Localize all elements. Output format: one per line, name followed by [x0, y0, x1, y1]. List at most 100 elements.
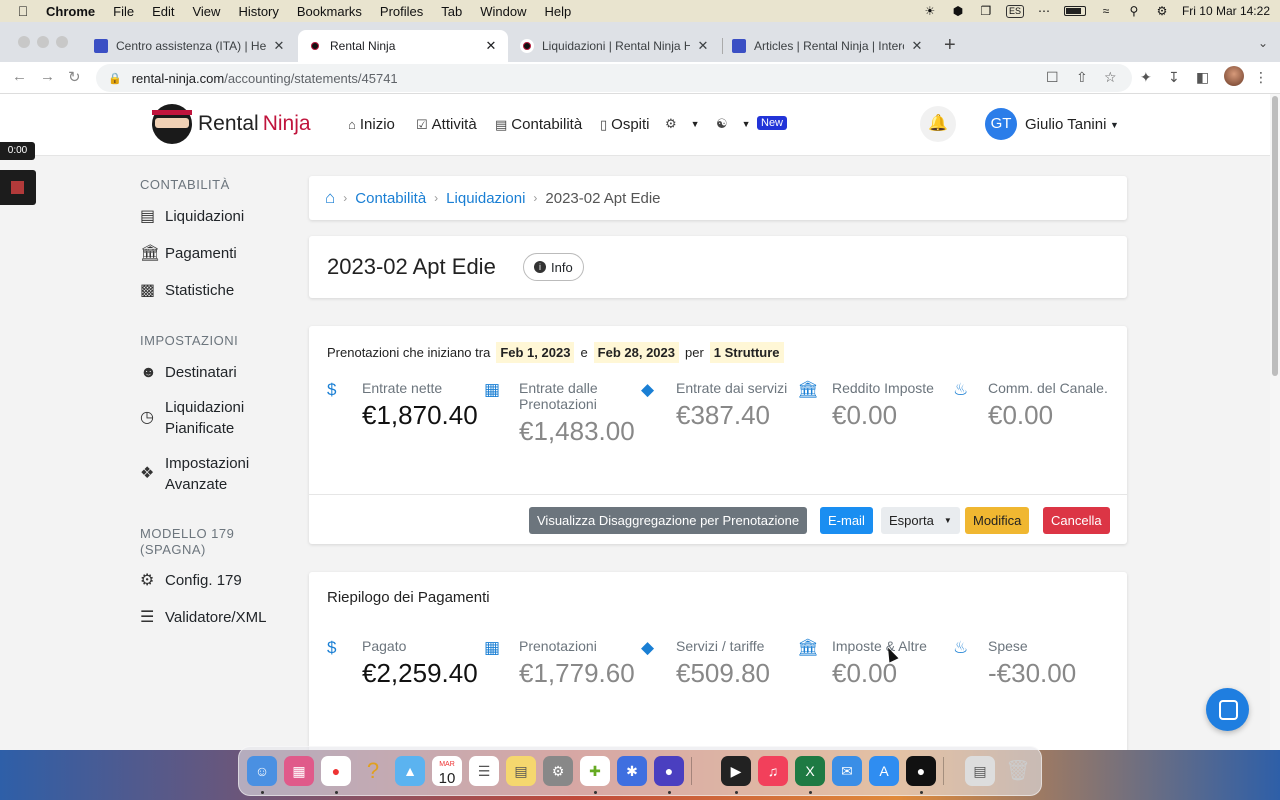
- info-button[interactable]: i Info: [523, 253, 584, 281]
- apple-icon[interactable]: : [0, 3, 46, 19]
- menu-app[interactable]: Chrome: [46, 4, 95, 19]
- maps-icon[interactable]: ▲: [395, 756, 425, 786]
- close-icon[interactable]: ✕: [484, 38, 498, 54]
- sidebar-item-config-179[interactable]: ⚙ Config. 179: [140, 570, 242, 591]
- keyboard-layout[interactable]: ES: [1005, 4, 1024, 18]
- nav-ospiti[interactable]: ▯ Ospiti: [600, 116, 650, 133]
- breadcrumb-liquidazioni[interactable]: Liquidazioni: [446, 190, 525, 207]
- music-icon[interactable]: ♫: [758, 756, 788, 786]
- settings-dropdown[interactable]: ⚙ ▼: [665, 116, 700, 132]
- menu-profiles[interactable]: Profiles: [380, 4, 423, 19]
- nav-inizio[interactable]: ⌂ Inizio: [348, 116, 395, 133]
- chrome-menu-icon[interactable]: ⋮: [1254, 69, 1268, 86]
- chat-support-button[interactable]: [1206, 688, 1249, 731]
- sidebar-item-destinatari[interactable]: ☻ Destinatari: [140, 362, 237, 383]
- launchpad-icon[interactable]: ▦: [284, 756, 314, 786]
- help-icon[interactable]: ?: [358, 756, 388, 786]
- sidebar-item-pagamenti[interactable]: 🏛 Pagamenti: [140, 243, 237, 264]
- email-button[interactable]: E-mail: [820, 507, 873, 534]
- dev-app-icon[interactable]: ▶: [721, 756, 751, 786]
- excel-icon[interactable]: X: [795, 756, 825, 786]
- cancella-button[interactable]: Cancella: [1043, 507, 1110, 534]
- esporta-dropdown-button[interactable]: Esporta ▼: [881, 507, 960, 534]
- new-badge[interactable]: New: [757, 116, 788, 130]
- forward-arrow-icon[interactable]: →: [40, 68, 55, 85]
- mail-icon[interactable]: ✉: [832, 756, 862, 786]
- reminders-icon[interactable]: ☰: [469, 756, 499, 786]
- extensions-icon[interactable]: ✦: [1140, 69, 1152, 86]
- menu-edit[interactable]: Edit: [152, 4, 174, 19]
- download-icon[interactable]: ↧: [1168, 69, 1180, 86]
- spotlight-icon[interactable]: ⚲: [1126, 5, 1142, 17]
- share-icon[interactable]: ⇧: [1076, 69, 1088, 86]
- menubar-clock[interactable]: Fri 10 Mar 14:22: [1182, 4, 1270, 18]
- user-avatar[interactable]: GT: [985, 108, 1017, 140]
- app-tray-icon[interactable]: ⬢: [950, 5, 966, 17]
- stop-recording-button[interactable]: [0, 170, 36, 205]
- chrome-icon[interactable]: ●: [321, 756, 351, 786]
- control-center-icon[interactable]: ⚙: [1154, 5, 1170, 17]
- window-close-button[interactable]: [18, 36, 30, 48]
- downloads-stack-icon[interactable]: ▤: [965, 756, 995, 786]
- home-icon[interactable]: ⌂: [325, 188, 335, 208]
- app-store-icon[interactable]: A: [869, 756, 899, 786]
- wifi-icon[interactable]: ≈: [1098, 5, 1114, 17]
- dots-icon[interactable]: ⋯: [1036, 5, 1052, 17]
- address-bar[interactable]: 🔒 rental-ninja.com/accounting/statements…: [96, 64, 1132, 92]
- caret-down-icon[interactable]: ▼: [1110, 120, 1119, 130]
- sidebar-item-impostazioni-avanzate[interactable]: ❖ Impostazioni Avanzate: [140, 453, 249, 495]
- reload-icon[interactable]: ↻: [68, 68, 81, 86]
- back-arrow-icon[interactable]: ←: [12, 68, 27, 85]
- menu-history[interactable]: History: [238, 4, 278, 19]
- browser-tab-articles[interactable]: Articles | Rental Ninja | Intercom ✕: [722, 30, 934, 62]
- window-zoom-button[interactable]: [56, 36, 68, 48]
- menu-file[interactable]: File: [113, 4, 134, 19]
- screens-icon[interactable]: ❐: [978, 5, 994, 17]
- rental-ninja-logo[interactable]: Rental Ninja: [152, 104, 311, 144]
- menu-tab[interactable]: Tab: [441, 4, 462, 19]
- menu-view[interactable]: View: [192, 4, 220, 19]
- window-minimize-button[interactable]: [37, 36, 49, 48]
- menu-window[interactable]: Window: [480, 4, 526, 19]
- browser-tab-rental-ninja[interactable]: Rental Ninja ✕: [298, 30, 508, 62]
- close-icon[interactable]: ✕: [910, 38, 924, 54]
- close-icon[interactable]: ✕: [272, 38, 286, 54]
- scrollbar-thumb[interactable]: [1272, 96, 1278, 376]
- close-icon[interactable]: ✕: [696, 38, 710, 54]
- side-panel-icon[interactable]: ◧: [1196, 69, 1209, 86]
- nav-attivita[interactable]: ☑ Attività: [416, 116, 477, 133]
- browser-tab-help-ita[interactable]: Centro assistenza (ITA) | Help C ✕: [84, 30, 296, 62]
- menu-bookmarks[interactable]: Bookmarks: [297, 4, 362, 19]
- rental-ninja-app-icon[interactable]: ●: [906, 756, 936, 786]
- bookmark-star-icon[interactable]: ☆: [1104, 69, 1117, 86]
- modifica-button[interactable]: Modifica: [965, 507, 1030, 534]
- menu-help[interactable]: Help: [545, 4, 572, 19]
- page-scrollbar[interactable]: [1270, 94, 1280, 750]
- sidebar-item-validatore-xml[interactable]: ☰ Validatore/XML: [140, 607, 266, 628]
- battery-icon[interactable]: [1063, 6, 1086, 16]
- lock-icon[interactable]: 🔒: [108, 72, 122, 85]
- asterisk-app-icon[interactable]: ✱: [617, 756, 647, 786]
- browser-tab-liquidazioni-help[interactable]: Liquidazioni | Rental Ninja Help ✕: [510, 30, 720, 62]
- profile-avatar[interactable]: [1224, 66, 1244, 86]
- finder-icon[interactable]: ☺: [247, 756, 277, 786]
- new-tab-button[interactable]: +: [944, 34, 956, 57]
- bell-icon[interactable]: 🔔: [920, 106, 956, 142]
- sidebar-item-statistiche[interactable]: ▩ Statistiche: [140, 280, 234, 301]
- breadcrumb-contabilita[interactable]: Contabilità: [355, 190, 426, 207]
- slack-icon[interactable]: ✚: [580, 756, 610, 786]
- system-settings-icon[interactable]: ⚙: [543, 756, 573, 786]
- user-name[interactable]: Giulio Tanini: [1025, 116, 1106, 133]
- linear-app-icon[interactable]: ●: [654, 756, 684, 786]
- nav-contabilita[interactable]: ▤ Contabilità: [495, 116, 582, 133]
- trash-icon[interactable]: 🗑: [1003, 756, 1033, 786]
- translate-icon[interactable]: ☐: [1046, 69, 1059, 86]
- brightness-icon[interactable]: ☀: [922, 5, 938, 17]
- visualizza-disaggregazione-button[interactable]: Visualizza Disaggregazione per Prenotazi…: [529, 507, 808, 534]
- notes-icon[interactable]: ▤: [506, 756, 536, 786]
- calendar-icon[interactable]: MAR 10: [432, 756, 462, 786]
- sidebar-item-liquidazioni-pianificate[interactable]: ◷ Liquidazioni Pianificate: [140, 397, 244, 439]
- tab-search-chevron-icon[interactable]: ⌄: [1258, 36, 1268, 50]
- sidebar-item-liquidazioni[interactable]: ▤ Liquidazioni: [140, 206, 244, 227]
- language-dropdown[interactable]: ☯ ▼: [716, 116, 751, 132]
